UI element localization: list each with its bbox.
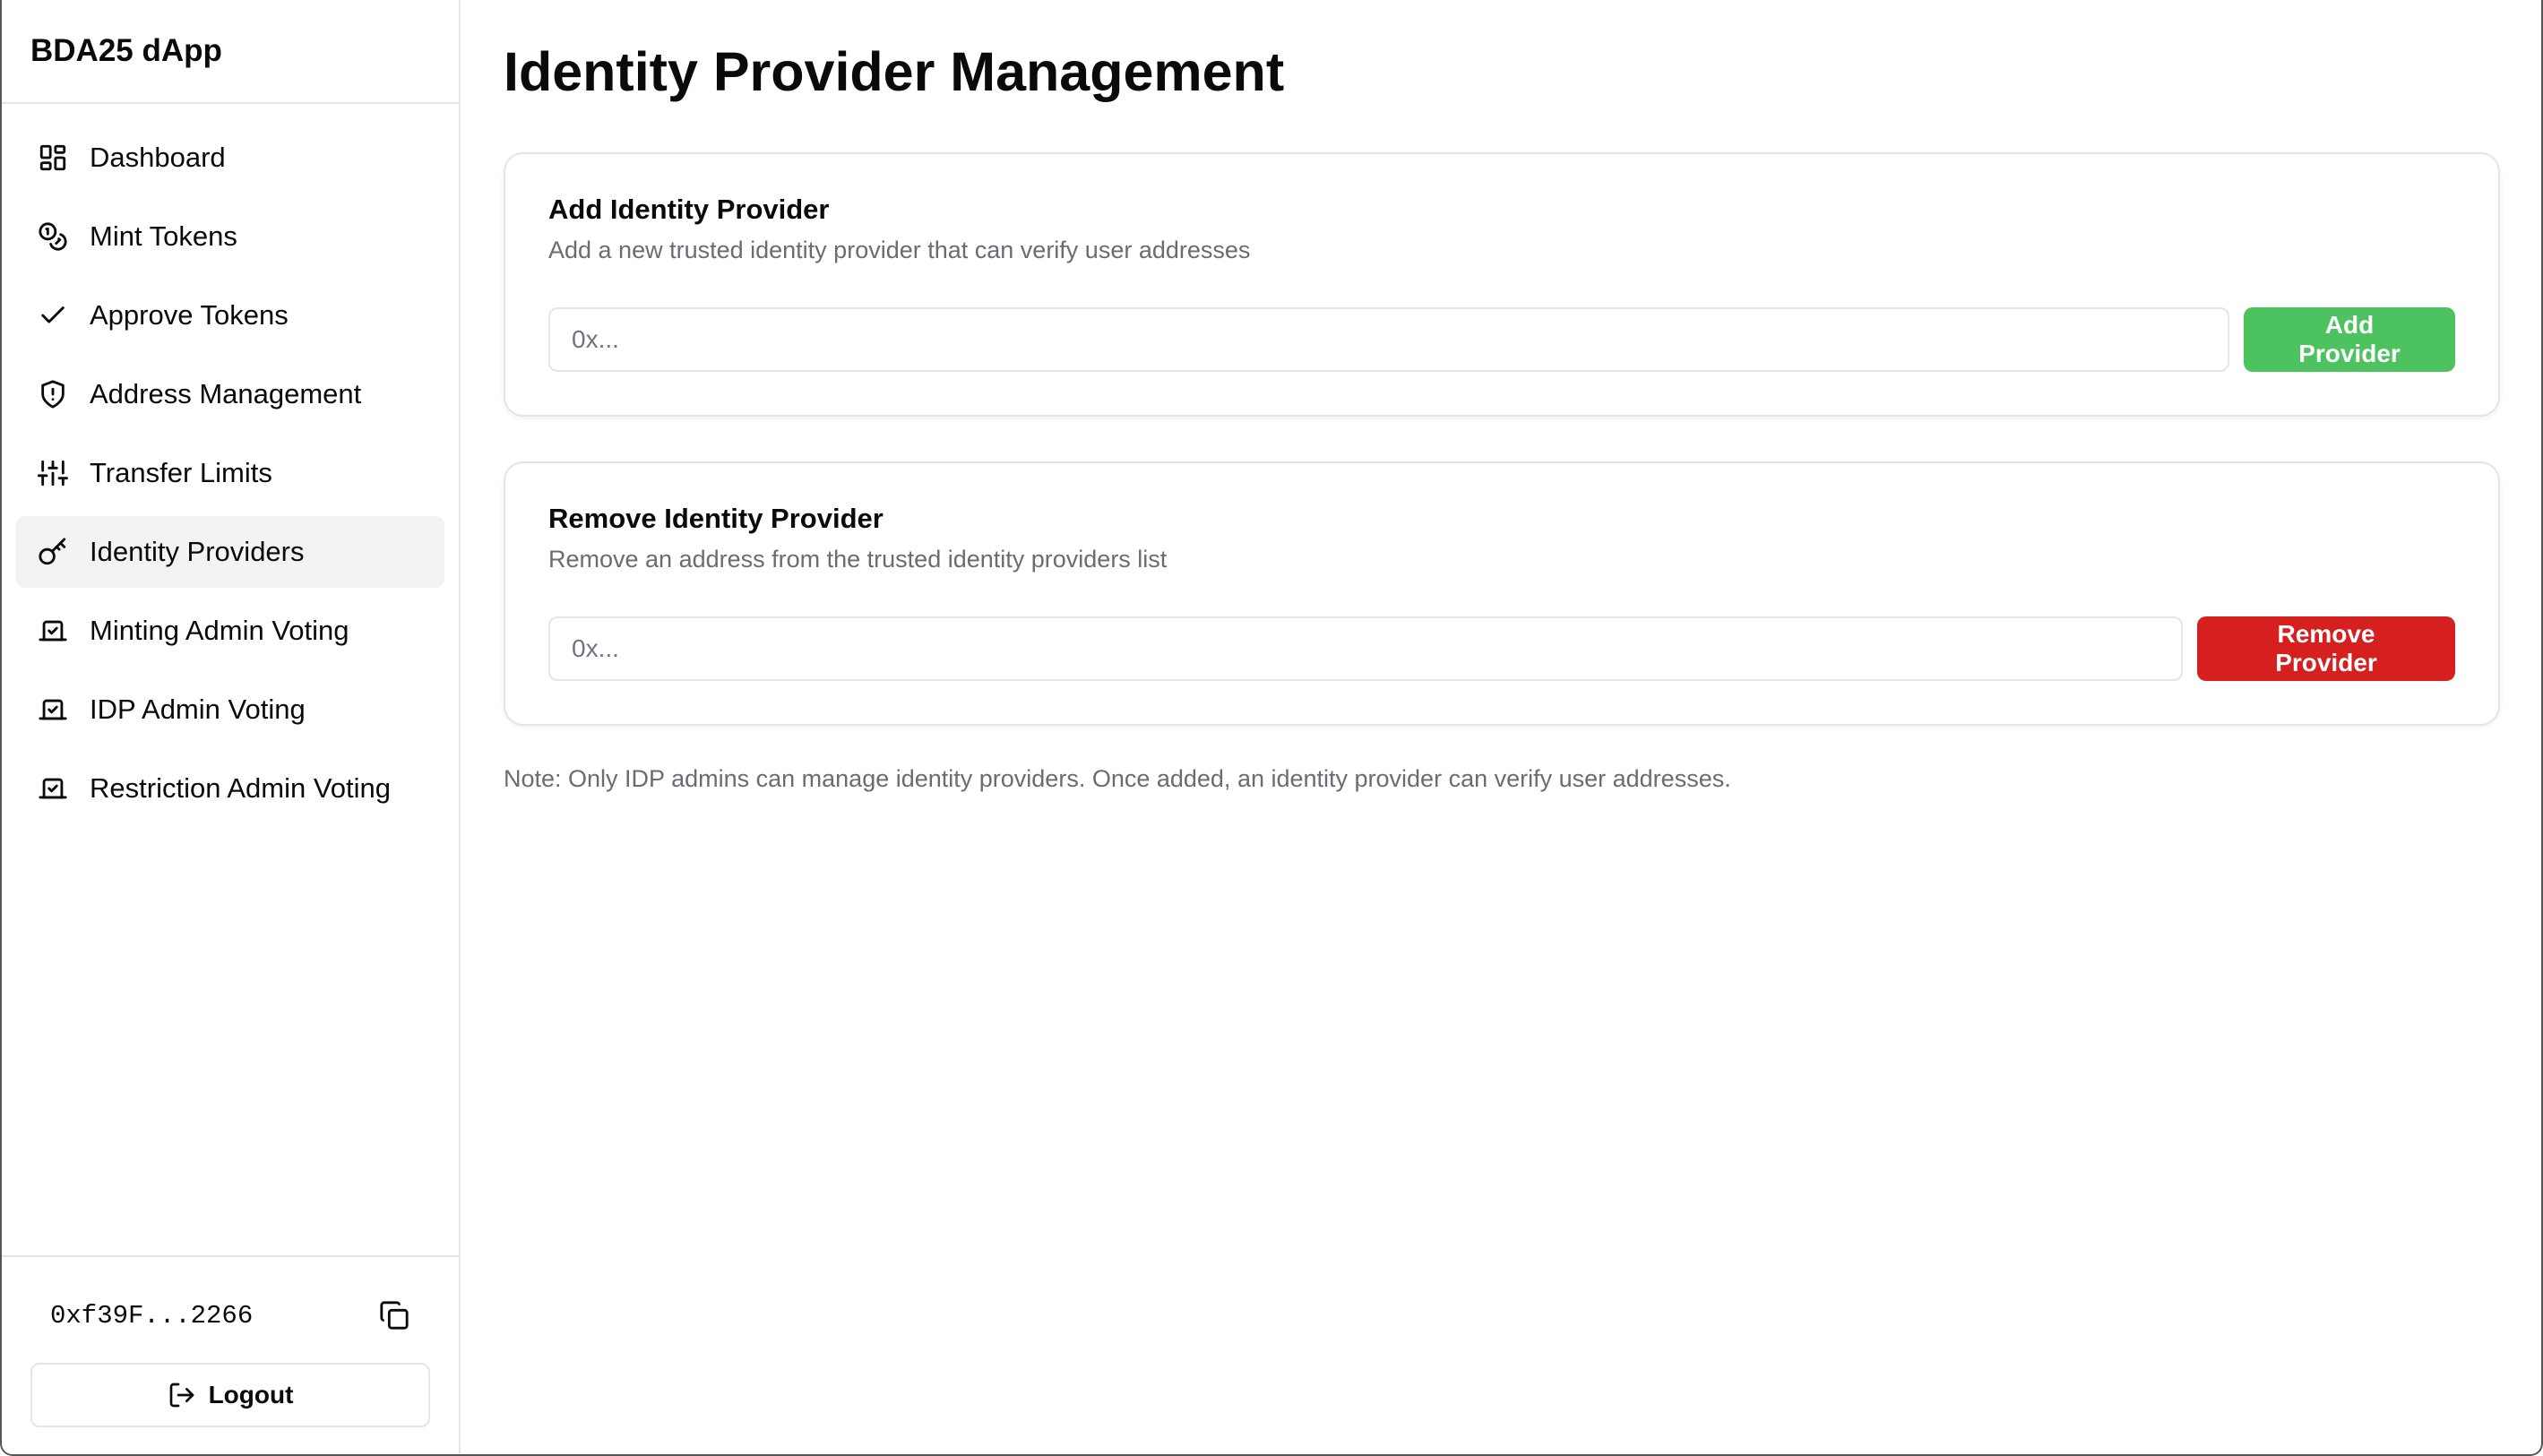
sidebar-item-restriction-admin-voting[interactable]: Restriction Admin Voting bbox=[16, 753, 444, 824]
add-provider-card: Add Identity Provider Add a new trusted … bbox=[504, 152, 2500, 417]
app-title: BDA25 dApp bbox=[2, 0, 459, 104]
remove-provider-title: Remove Identity Provider bbox=[548, 503, 884, 534]
remove-provider-row: Remove Provider bbox=[548, 616, 2455, 681]
add-provider-address-input[interactable] bbox=[548, 307, 2229, 372]
key-icon bbox=[38, 537, 68, 567]
sliders-icon bbox=[38, 458, 68, 488]
sidebar-item-idp-admin-voting[interactable]: IDP Admin Voting bbox=[16, 674, 444, 745]
remove-provider-address-input[interactable] bbox=[548, 616, 2183, 681]
logout-label: Logout bbox=[208, 1381, 294, 1409]
copy-icon[interactable] bbox=[376, 1297, 412, 1333]
logout-icon bbox=[169, 1383, 194, 1408]
sidebar-item-label: Dashboard bbox=[90, 142, 226, 173]
admin-note: Note: Only IDP admins can manage identit… bbox=[504, 765, 1731, 792]
remove-provider-button[interactable]: Remove Provider bbox=[2197, 616, 2455, 681]
add-provider-title: Add Identity Provider bbox=[548, 194, 830, 225]
sidebar-item-label: IDP Admin Voting bbox=[90, 694, 306, 725]
logout-button[interactable]: Logout bbox=[30, 1363, 430, 1427]
wallet-address: 0xf39F...2266 bbox=[50, 1300, 254, 1331]
sidebar-item-transfer-limits[interactable]: Transfer Limits bbox=[16, 437, 444, 509]
sidebar-item-label: Identity Providers bbox=[90, 536, 305, 567]
wallet-row: 0xf39F...2266 bbox=[30, 1279, 430, 1352]
vote-icon bbox=[38, 773, 68, 804]
add-provider-row: Add Provider bbox=[548, 307, 2455, 372]
sidebar-item-label: Restriction Admin Voting bbox=[90, 772, 392, 804]
sidebar-item-identity-providers[interactable]: Identity Providers bbox=[16, 516, 444, 588]
add-provider-button[interactable]: Add Provider bbox=[2244, 307, 2455, 372]
dashboard-icon bbox=[38, 142, 68, 173]
remove-provider-card: Remove Identity Provider Remove an addre… bbox=[504, 461, 2500, 726]
sidebar-item-minting-admin-voting[interactable]: Minting Admin Voting bbox=[16, 595, 444, 667]
app-window: BDA25 dApp Dashboard Mint Tokens Approve… bbox=[0, 0, 2543, 1456]
sidebar-item-address-management[interactable]: Address Management bbox=[16, 358, 444, 430]
sidebar-footer: 0xf39F...2266 Logout bbox=[2, 1255, 459, 1454]
sidebar-item-label: Minting Admin Voting bbox=[90, 615, 349, 646]
sidebar-item-label: Transfer Limits bbox=[90, 457, 272, 488]
sidebar-item-dashboard[interactable]: Dashboard bbox=[16, 122, 444, 194]
main-content: Identity Provider Management Add Identit… bbox=[461, 0, 2541, 1454]
sidebar-item-label: Approve Tokens bbox=[90, 299, 289, 331]
page-title: Identity Provider Management bbox=[504, 41, 1285, 102]
remove-provider-description: Remove an address from the trusted ident… bbox=[548, 546, 1168, 573]
sidebar-item-mint-tokens[interactable]: Mint Tokens bbox=[16, 201, 444, 272]
shield-alert-icon bbox=[38, 379, 68, 409]
sidebar-item-approve-tokens[interactable]: Approve Tokens bbox=[16, 280, 444, 351]
coins-icon bbox=[38, 221, 68, 252]
sidebar-nav: Dashboard Mint Tokens Approve Tokens Add… bbox=[2, 104, 459, 1255]
vote-icon bbox=[38, 694, 68, 725]
sidebar-item-label: Mint Tokens bbox=[90, 220, 237, 252]
add-provider-description: Add a new trusted identity provider that… bbox=[548, 237, 1251, 263]
sidebar-item-label: Address Management bbox=[90, 378, 362, 409]
check-icon bbox=[38, 300, 68, 331]
vote-icon bbox=[38, 616, 68, 646]
sidebar: BDA25 dApp Dashboard Mint Tokens Approve… bbox=[2, 0, 461, 1454]
